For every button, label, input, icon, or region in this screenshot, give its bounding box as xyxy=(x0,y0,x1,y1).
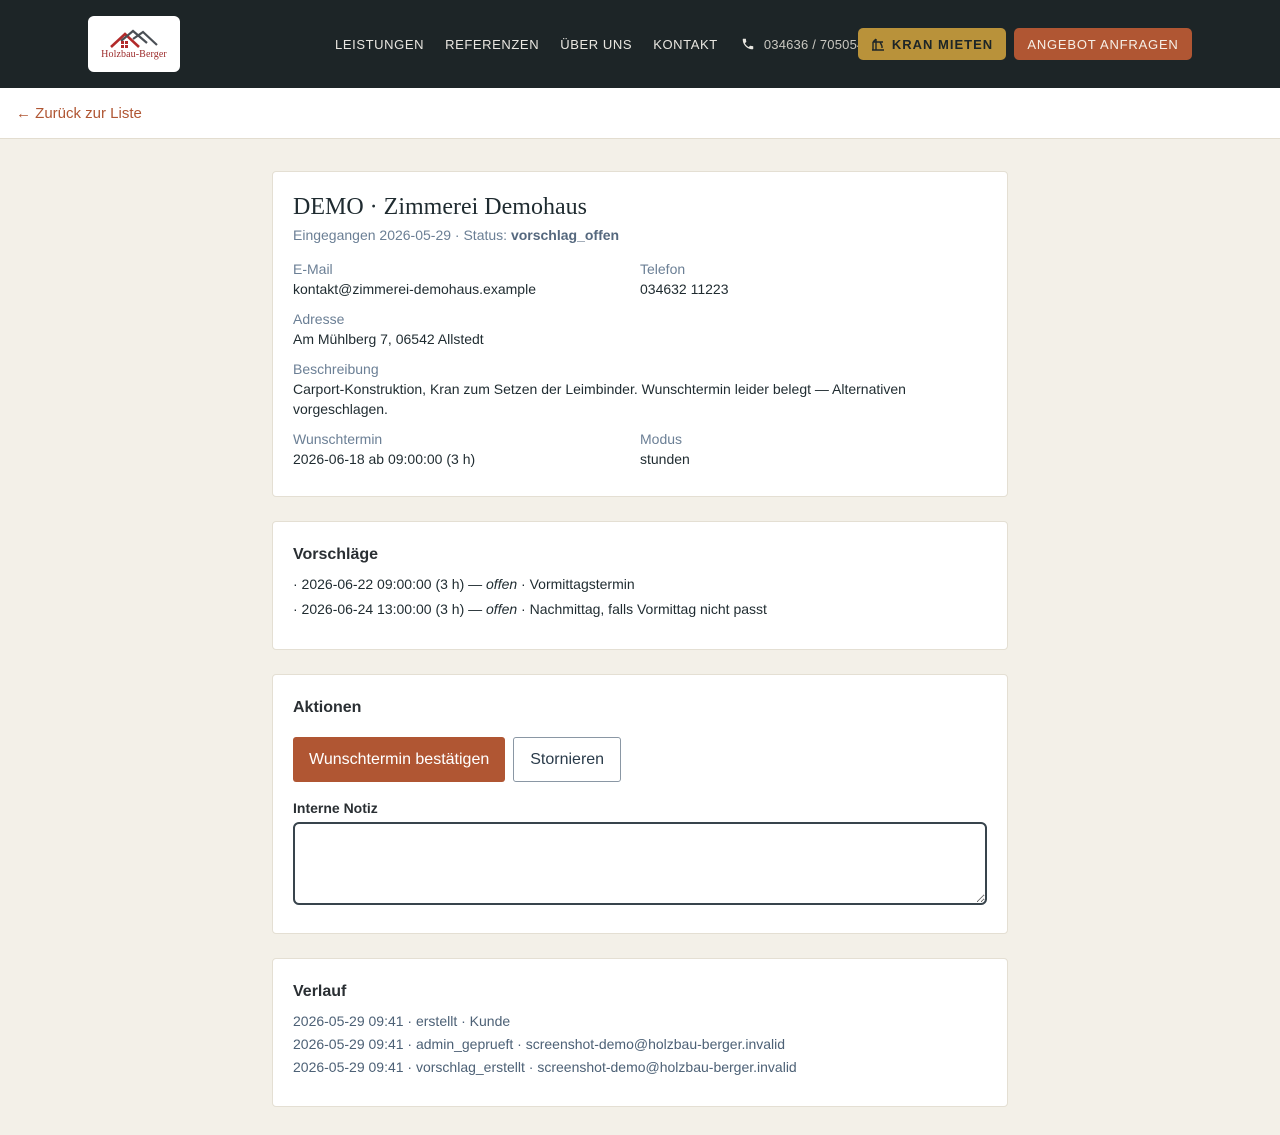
history-entry: 2026-05-29 09:41 · erstellt · Kunde xyxy=(293,1013,511,1029)
proposal-state: offen xyxy=(486,576,518,592)
status-value: vorschlag_offen xyxy=(510,227,620,243)
kran-mieten-label: KRAN MIETEN xyxy=(891,36,994,52)
email-label: E-Mail xyxy=(293,261,333,277)
nav-referenzen[interactable]: REFERENZEN xyxy=(445,37,539,52)
contact-row: E-Mail kontakt@zimmerei-demohaus.example… xyxy=(293,261,987,299)
internal-note-input[interactable] xyxy=(293,822,987,905)
phone-icon xyxy=(742,38,754,50)
description-value: Carport-Konstruktion, Kran zum Setzen de… xyxy=(293,381,906,417)
schedule-row: Wunschtermin 2026-06-18 ab 09:00:00 (3 h… xyxy=(293,431,987,469)
actions-heading: Aktionen xyxy=(293,699,362,716)
page-title: DEMO · Zimmerei Demohaus xyxy=(293,194,587,220)
email-value: kontakt@zimmerei-demohaus.example xyxy=(293,281,536,297)
wish-date-label: Wunschtermin xyxy=(293,431,383,447)
phone-value: 034632 11223 xyxy=(640,281,729,297)
proposal-item: · 2026-06-22 09:00:00 (3 h) — offen · Vo… xyxy=(293,576,987,592)
proposal-state: offen xyxy=(486,601,518,617)
phone-number: 034636 / 705054 xyxy=(763,36,865,52)
action-buttons: Wunschtermin bestätigen Stornieren xyxy=(293,737,987,782)
internal-note-label: Interne Notiz xyxy=(293,800,378,816)
wish-date-value: 2026-06-18 ab 09:00:00 (3 h) xyxy=(293,451,476,467)
mode-value: stunden xyxy=(640,451,690,467)
nav-kontakt[interactable]: KONTAKT xyxy=(653,37,718,52)
proposals-card: Vorschläge · 2026-06-22 09:00:00 (3 h) —… xyxy=(272,521,1008,650)
mode-label: Modus xyxy=(640,431,683,447)
request-detail-card: DEMO · Zimmerei Demohaus Eingegangen 202… xyxy=(272,171,1008,497)
proposal-note: · Vormittagstermin xyxy=(517,576,635,592)
logo-text: Holzbau-Berger xyxy=(101,48,167,60)
phone-label: Telefon xyxy=(640,261,686,277)
back-to-list-link[interactable]: ← Zurück zur Liste xyxy=(16,105,142,122)
proposal-date: · 2026-06-22 09:00:00 (3 h) — xyxy=(293,576,487,592)
address-value: Am Mühlberg 7, 06542 Allstedt xyxy=(293,331,484,347)
actions-card: Aktionen Wunschtermin bestätigen Stornie… xyxy=(272,674,1008,934)
history-heading: Verlauf xyxy=(293,983,347,1000)
received-info: Eingegangen 2026-05-29 · Status: xyxy=(293,227,511,243)
main-nav: LEISTUNGEN REFERENZEN ÜBER UNS KONTAKT 0… xyxy=(335,0,864,88)
kran-mieten-button[interactable]: KRAN MIETEN xyxy=(858,28,1006,60)
nav-ueber-uns[interactable]: ÜBER UNS xyxy=(560,37,632,52)
proposal-item: · 2026-06-24 13:00:00 (3 h) — offen · Na… xyxy=(293,601,987,617)
logo[interactable]: Holzbau-Berger xyxy=(88,16,180,72)
proposal-date: · 2026-06-24 13:00:00 (3 h) — xyxy=(293,601,487,617)
nav-leistungen[interactable]: LEISTUNGEN xyxy=(335,37,424,52)
house-roof-icon xyxy=(110,29,158,48)
back-bar: ← Zurück zur Liste xyxy=(0,88,1280,139)
description-label: Beschreibung xyxy=(293,361,379,377)
top-navigation: Holzbau-Berger LEISTUNGEN REFERENZEN ÜBE… xyxy=(0,0,1280,88)
request-meta: Eingegangen 2026-05-29 · Status: vorschl… xyxy=(293,227,987,243)
proposal-note: · Nachmittag, falls Vormittag nicht pass… xyxy=(517,601,767,617)
phone-link[interactable]: 034636 / 705054 xyxy=(741,37,865,52)
history-entry: 2026-05-29 09:41 · admin_geprueft · scre… xyxy=(293,1036,786,1052)
cancel-button[interactable]: Stornieren xyxy=(513,737,622,782)
history-entry: 2026-05-29 09:41 · vorschlag_erstellt · … xyxy=(293,1059,797,1075)
address-label: Adresse xyxy=(293,311,345,327)
confirm-wish-date-button[interactable]: Wunschtermin bestätigen xyxy=(293,737,506,782)
crane-icon xyxy=(871,38,884,51)
proposals-heading: Vorschläge xyxy=(293,546,379,563)
history-card: Verlauf 2026-05-29 09:41 · erstellt · Ku… xyxy=(272,958,1008,1107)
angebot-anfragen-button[interactable]: ANGEBOT ANFRAGEN xyxy=(1014,28,1192,60)
